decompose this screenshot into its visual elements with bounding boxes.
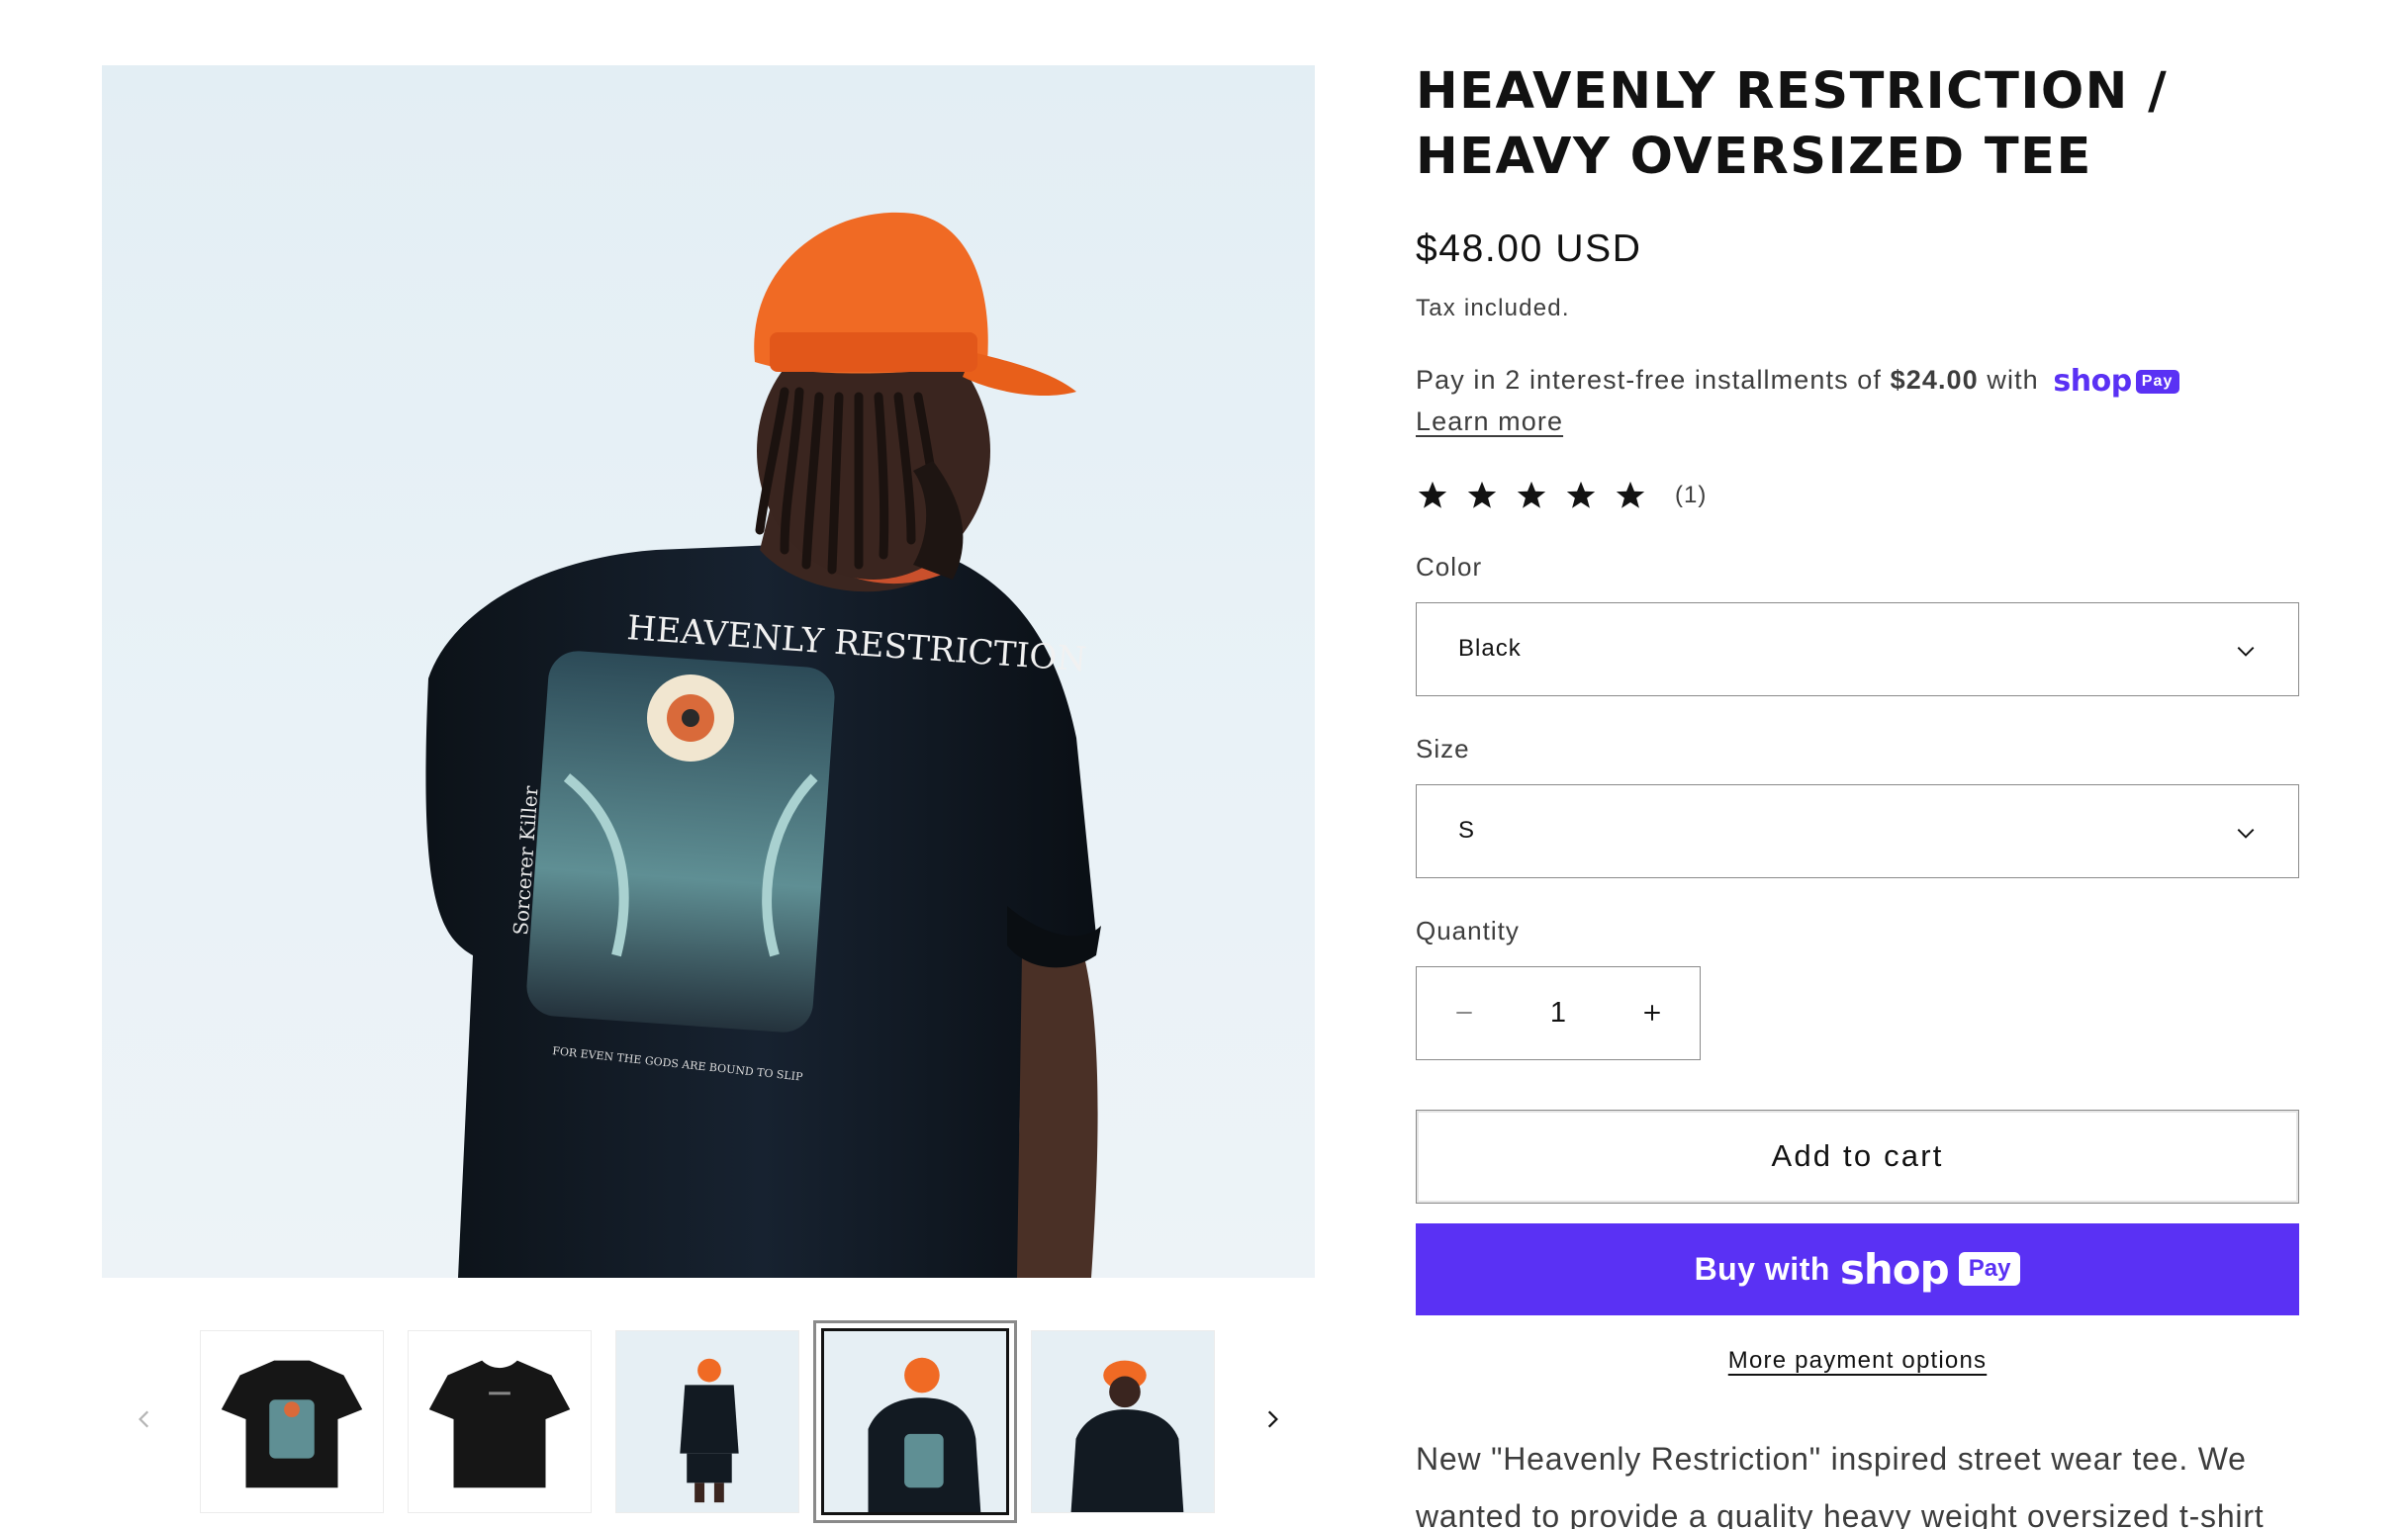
color-select[interactable]: Black [1416, 601, 2299, 696]
size-field: Size S [1416, 734, 2299, 878]
shop-pay-logo: shop Pay [2053, 362, 2179, 402]
thumbnail-model-full[interactable] [615, 1330, 799, 1513]
thumbnail-next-button[interactable] [1243, 1390, 1302, 1449]
quantity-field: Quantity 1 [1416, 916, 2299, 1060]
learn-more-link[interactable]: Learn more [1416, 402, 1563, 441]
rating-count: (1) [1675, 481, 1708, 508]
quantity-input[interactable]: 1 [1519, 997, 1598, 1030]
installments-amount: $24.00 [1890, 365, 1979, 395]
product-page: HEAVENLY RESTRICTION Sorcerer Killer FOR… [0, 0, 2408, 1529]
add-to-cart-button[interactable]: Add to cart [1416, 1109, 2299, 1204]
shop-pay-badge: Pay [2135, 369, 2179, 394]
color-select-value: Black [1458, 635, 1522, 663]
product-title: HEAVENLY RESTRICTION / HEAVY OVERSIZED T… [1416, 62, 2169, 186]
tee-back-thumbnail-image [201, 1331, 383, 1512]
shop-pay-wordmark: shop [1839, 1244, 1950, 1294]
quantity-decrease-button[interactable] [1417, 967, 1512, 1059]
chevron-right-icon [1267, 1410, 1278, 1428]
chevron-left-icon [139, 1410, 149, 1428]
product-info: HEAVENLY RESTRICTION / HEAVY OVERSIZED T… [1416, 59, 2299, 1529]
installments-prefix: Pay in 2 interest-free installments of [1416, 365, 1891, 395]
shop-pay-wordmark: shop [2053, 363, 2132, 399]
size-select[interactable]: S [1416, 783, 2299, 878]
quantity-stepper: 1 [1416, 965, 1701, 1060]
plus-icon [1644, 1005, 1660, 1022]
star-icon [1566, 481, 1596, 508]
chevron-down-icon [2237, 828, 2255, 839]
thumbnail-model-back[interactable] [821, 1328, 1009, 1515]
main-product-image[interactable]: HEAVENLY RESTRICTION Sorcerer Killer FOR… [102, 65, 1315, 1278]
installments-suffix: with [1978, 365, 2048, 395]
installments-banner: Pay in 2 interest-free installments of $… [1416, 360, 2299, 441]
model-back-thumbnail-image [824, 1331, 1006, 1512]
thumbnail-tee-front[interactable] [408, 1330, 592, 1513]
product-price: $48.00 USD [1416, 227, 1642, 270]
thumbnail-tee-back[interactable] [200, 1330, 384, 1513]
shop-pay-badge: Pay [1958, 1252, 2021, 1287]
size-select-value: S [1458, 817, 1476, 845]
color-field: Color Black [1416, 552, 2299, 696]
quantity-increase-button[interactable] [1605, 967, 1700, 1059]
tee-front-thumbnail-image [409, 1331, 591, 1512]
minus-icon [1456, 1012, 1472, 1015]
thumbnail-prev-button[interactable] [115, 1390, 174, 1449]
star-icon [1418, 481, 1447, 508]
model-full-thumbnail-image [616, 1331, 798, 1512]
rating-stars [1416, 479, 1647, 512]
star-icon [1467, 481, 1497, 508]
model-back-photo: HEAVENLY RESTRICTION Sorcerer Killer FOR… [425, 212, 1101, 1278]
tax-note: Tax included. [1416, 295, 1570, 321]
size-label: Size [1416, 733, 1470, 764]
product-rating[interactable]: (1) [1416, 479, 2299, 512]
product-description: New "Heavenly Restriction" inspired stre… [1416, 1440, 2265, 1529]
star-icon [1616, 481, 1645, 508]
thumbnail-model-front[interactable] [1031, 1330, 1215, 1513]
quantity-label: Quantity [1416, 915, 1520, 945]
buy-with-shop-pay-button[interactable]: Buy with shop Pay [1416, 1222, 2299, 1315]
star-icon [1517, 481, 1546, 508]
chevron-down-icon [2237, 646, 2255, 657]
color-label: Color [1416, 551, 1483, 582]
buy-now-label: Buy with [1694, 1250, 1830, 1287]
model-front-thumbnail-image [1032, 1331, 1214, 1512]
more-payment-options-link[interactable]: More payment options [1416, 1347, 2299, 1375]
